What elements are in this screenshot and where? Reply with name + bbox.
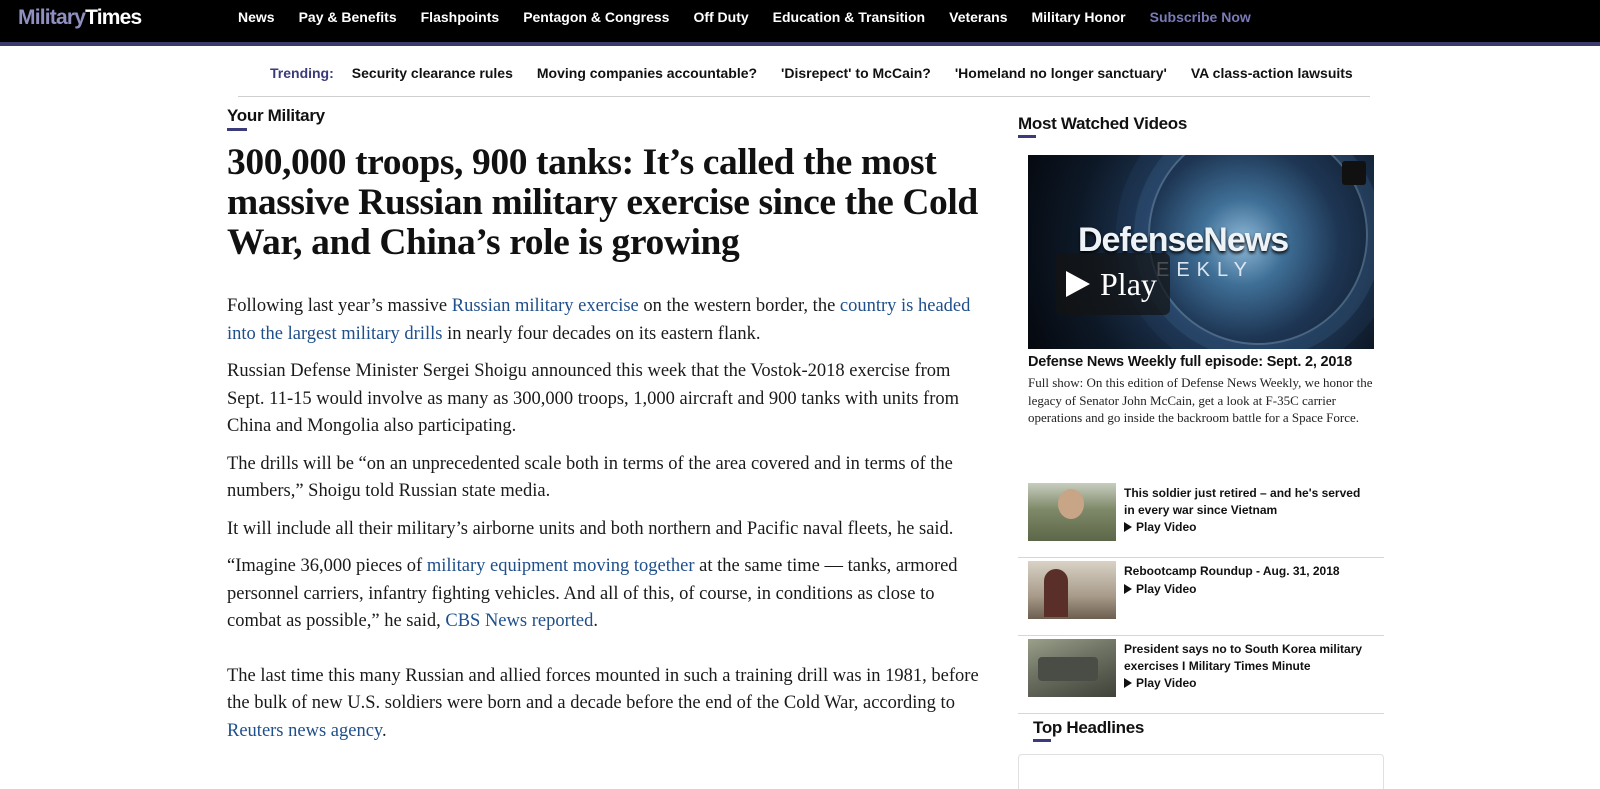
title-underline — [1033, 739, 1051, 742]
trending-bar: Trending: Security clearance rules Movin… — [238, 50, 1370, 97]
video-list-item[interactable]: President says no to South Korea militar… — [1018, 636, 1384, 714]
video-thumbnail[interactable] — [1028, 561, 1116, 619]
paragraph-text: . — [381, 720, 387, 741]
article: Your Military 300,000 troops, 900 tanks:… — [227, 106, 987, 745]
paragraph-text: . — [593, 611, 598, 631]
site-logo[interactable]: MilitaryTimes — [18, 4, 142, 32]
logo-part-2: Times — [85, 6, 142, 29]
featured-video-description: Full show: On this edition of Defense Ne… — [1028, 375, 1373, 425]
subscribe-link[interactable]: Subscribe Now — [1150, 9, 1251, 25]
top-navigation-bar: MilitaryTimes News Pay & Benefits Flashp… — [0, 0, 1600, 46]
main-nav: News Pay & Benefits Flashpoints Pentagon… — [238, 0, 1275, 34]
play-label: Play — [1100, 265, 1157, 302]
most-watched-title: Most Watched Videos — [1018, 114, 1188, 133]
article-paragraph: The last time this many Russian and alli… — [227, 663, 987, 746]
section-underline — [227, 128, 247, 131]
featured-video-title[interactable]: Defense News Weekly full episode: Sept. … — [1028, 354, 1374, 370]
inline-link[interactable]: military equipment moving together — [427, 556, 695, 576]
play-icon — [1124, 522, 1132, 532]
video-title[interactable]: Rebootcamp Roundup - Aug. 31, 2018 — [1124, 563, 1374, 580]
nav-item-flashpoints[interactable]: Flashpoints — [421, 9, 500, 25]
play-video-link[interactable]: Play Video — [1124, 520, 1196, 534]
article-body: Following last year’s massive Russian mi… — [227, 293, 987, 745]
play-icon — [1124, 678, 1132, 688]
inline-link[interactable]: CBS News reported — [445, 611, 593, 631]
play-video-link[interactable]: Play Video — [1124, 582, 1196, 596]
video-list: This soldier just retired – and he's ser… — [1018, 480, 1384, 714]
trending-link[interactable]: VA class-action lawsuits — [1191, 65, 1353, 81]
sidebar: Most Watched Videos DefenseNews EEKLY Pl… — [1018, 114, 1384, 789]
top-headlines-box — [1018, 754, 1384, 789]
play-video-label: Play Video — [1136, 582, 1197, 596]
trending-link[interactable]: Security clearance rules — [352, 65, 513, 81]
video-title[interactable]: This soldier just retired – and he's ser… — [1124, 485, 1374, 518]
nav-item-off-duty[interactable]: Off Duty — [693, 9, 748, 25]
play-video-label: Play Video — [1136, 676, 1197, 690]
video-title[interactable]: President says no to South Korea militar… — [1124, 641, 1374, 674]
play-icon — [1066, 271, 1090, 297]
article-paragraph: Following last year’s massive Russian mi… — [227, 293, 987, 348]
article-paragraph: The drills will be “on an unprecedented … — [227, 453, 953, 502]
article-paragraph: It will include all their military’s air… — [227, 518, 954, 539]
nav-item-military-honor[interactable]: Military Honor — [1032, 9, 1126, 25]
title-underline — [1018, 135, 1036, 138]
video-list-item[interactable]: This soldier just retired – and he's ser… — [1018, 480, 1384, 558]
article-paragraph: “Imagine 36,000 pieces of military equip… — [227, 553, 987, 636]
trending-link[interactable]: 'Homeland no longer sanctuary' — [955, 65, 1167, 81]
play-button[interactable]: Play — [1056, 253, 1170, 315]
trending-label: Trending: — [270, 65, 334, 81]
section-label[interactable]: Your Military — [227, 106, 325, 126]
inline-link[interactable]: Reuters news agency — [227, 721, 382, 741]
play-video-label: Play Video — [1136, 520, 1197, 534]
nav-item-education-transition[interactable]: Education & Transition — [773, 9, 925, 25]
nav-item-news[interactable]: News — [238, 9, 275, 25]
player-sub-text: EEKLY — [1156, 259, 1254, 281]
top-headlines-header: Top Headlines — [1033, 718, 1144, 742]
trending-link[interactable]: Moving companies accountable? — [537, 65, 757, 81]
nav-item-pentagon-congress[interactable]: Pentagon & Congress — [523, 9, 669, 25]
play-video-link[interactable]: Play Video — [1124, 676, 1196, 690]
article-paragraph: Russian Defense Minister Sergei Shoigu a… — [227, 361, 960, 436]
paragraph-text: in nearly four decades on its eastern fl… — [442, 323, 761, 344]
trending-link[interactable]: 'Disrepect' to McCain? — [781, 65, 931, 81]
video-thumbnail[interactable] — [1028, 639, 1116, 697]
article-headline: 300,000 troops, 900 tanks: It’s called t… — [227, 142, 978, 263]
logo-part-1: Military — [18, 6, 86, 29]
play-icon — [1124, 584, 1132, 594]
video-player[interactable]: DefenseNews EEKLY Play — [1028, 155, 1374, 349]
video-thumbnail[interactable] — [1028, 483, 1116, 541]
player-corner-button[interactable] — [1342, 161, 1366, 185]
nav-item-veterans[interactable]: Veterans — [949, 9, 1007, 25]
paragraph-text: on the western border, the — [638, 296, 840, 316]
nav-item-pay-benefits[interactable]: Pay & Benefits — [299, 9, 397, 25]
top-headlines-title: Top Headlines — [1033, 718, 1145, 737]
inline-link[interactable]: Russian military exercise — [452, 296, 639, 316]
paragraph-text: “Imagine 36,000 pieces of — [227, 556, 427, 576]
paragraph-text: Following last year’s massive — [227, 296, 452, 316]
paragraph-text: The last time this many Russian and alli… — [227, 665, 979, 714]
video-list-item[interactable]: Rebootcamp Roundup - Aug. 31, 2018 Play … — [1018, 558, 1384, 636]
